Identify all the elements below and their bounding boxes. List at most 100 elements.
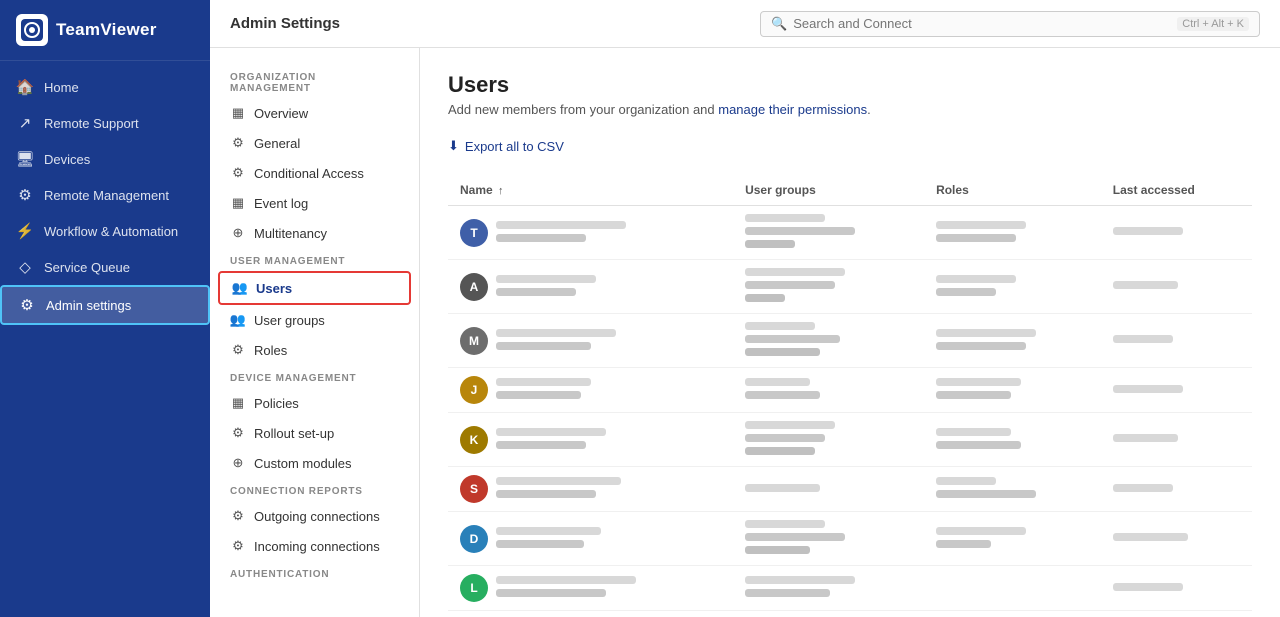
user-name-line2-7 bbox=[496, 589, 606, 597]
sidebar-item-workflow-automation[interactable]: ⚡ Workflow & Automation bbox=[0, 213, 210, 249]
user-groups-cell-3 bbox=[733, 368, 924, 413]
user-row-5: S bbox=[460, 475, 721, 503]
sidebar-label-service-queue: Service Queue bbox=[44, 260, 130, 275]
logo: TeamViewer bbox=[0, 0, 210, 61]
sec-icon-multitenancy: ⊕ bbox=[230, 225, 246, 241]
sidebar-item-admin-settings[interactable]: ⚙ Admin settings bbox=[0, 285, 210, 325]
sec-icon-rollout-setup: ⚙ bbox=[230, 425, 246, 441]
sec-label-outgoing-connections: Outgoing connections bbox=[254, 509, 380, 524]
user-groups-cell-2 bbox=[733, 314, 924, 368]
sec-nav-roles[interactable]: ⚙ Roles bbox=[210, 335, 419, 365]
user-name-cell-2: M bbox=[448, 314, 733, 368]
sidebar-item-home[interactable]: 🏠 Home bbox=[0, 69, 210, 105]
sidebar-item-remote-management[interactable]: ⚙ Remote Management bbox=[0, 177, 210, 213]
user-name-line2-1 bbox=[496, 288, 576, 296]
header-row: Name ↑ User groups Roles Last accessed bbox=[448, 175, 1252, 206]
last-accessed-cell-7 bbox=[1101, 566, 1252, 611]
user-row-7: L bbox=[460, 574, 721, 602]
user-name-line1-7 bbox=[496, 576, 636, 584]
avatar-7: L bbox=[460, 574, 488, 602]
search-bar[interactable]: 🔍 Ctrl + Alt + K bbox=[760, 11, 1260, 37]
search-icon: 🔍 bbox=[771, 16, 787, 32]
sec-nav-outgoing-connections[interactable]: ⚙ Outgoing connections bbox=[210, 501, 419, 531]
roles-cell-8 bbox=[924, 611, 1101, 617]
avatar-4: K bbox=[460, 426, 488, 454]
sec-icon-outgoing-connections: ⚙ bbox=[230, 508, 246, 524]
last-accessed-cell-6 bbox=[1101, 512, 1252, 566]
sec-nav-multitenancy[interactable]: ⊕ Multitenancy bbox=[210, 218, 419, 248]
user-row-4: K bbox=[460, 426, 721, 454]
table-row: K bbox=[448, 413, 1252, 467]
search-input[interactable] bbox=[793, 16, 1171, 31]
user-info-4 bbox=[496, 428, 606, 452]
sidebar-item-service-queue[interactable]: ◇ Service Queue bbox=[0, 249, 210, 285]
sec-section-connection-reports: CONNECTION REPORTS bbox=[210, 478, 419, 501]
sidebar-item-devices[interactable]: 🖥 Devices bbox=[0, 141, 210, 177]
table-header: Name ↑ User groups Roles Last accessed bbox=[448, 175, 1252, 206]
sec-label-policies: Policies bbox=[254, 396, 299, 411]
sec-section-organization-management: ORGANIZATION MANAGEMENT bbox=[210, 64, 419, 98]
last-accessed-cell-0 bbox=[1101, 206, 1252, 260]
table-row: L bbox=[448, 566, 1252, 611]
last-accessed-cell-1 bbox=[1101, 260, 1252, 314]
sec-icon-event-log: ▦ bbox=[230, 195, 246, 211]
user-name-cell-6: D bbox=[448, 512, 733, 566]
user-name-cell-7: L bbox=[448, 566, 733, 611]
sec-label-custom-modules: Custom modules bbox=[254, 456, 352, 471]
sec-nav-incoming-connections[interactable]: ⚙ Incoming connections bbox=[210, 531, 419, 561]
sidebar-nav: 🏠 Home↗ Remote Support🖥 Devices⚙ Remote … bbox=[0, 61, 210, 617]
sec-nav-overview[interactable]: ▦ Overview bbox=[210, 98, 419, 128]
content-split: ORGANIZATION MANAGEMENT▦ Overview⚙ Gener… bbox=[210, 48, 1280, 617]
sec-nav-rollout-setup[interactable]: ⚙ Rollout set-up bbox=[210, 418, 419, 448]
sec-nav-custom-modules[interactable]: ⊕ Custom modules bbox=[210, 448, 419, 478]
sec-section-user-management: USER MANAGEMENT bbox=[210, 248, 419, 271]
user-groups-cell-1 bbox=[733, 260, 924, 314]
page-content: Users Add new members from your organiza… bbox=[420, 48, 1280, 617]
table-row: A bbox=[448, 260, 1252, 314]
sec-section-device-management: DEVICE MANAGEMENT bbox=[210, 365, 419, 388]
table-row: T bbox=[448, 206, 1252, 260]
export-icon: ⬇ bbox=[448, 138, 459, 154]
user-name-line1-4 bbox=[496, 428, 606, 436]
users-table: Name ↑ User groups Roles Last accessed T… bbox=[448, 175, 1252, 617]
col-name[interactable]: Name ↑ bbox=[448, 175, 733, 206]
avatar-0: T bbox=[460, 219, 488, 247]
nav-icon-admin-settings: ⚙ bbox=[18, 296, 36, 314]
secondary-sidebar: ORGANIZATION MANAGEMENT▦ Overview⚙ Gener… bbox=[210, 48, 420, 617]
nav-icon-remote-support: ↗ bbox=[16, 114, 34, 132]
sec-nav-event-log[interactable]: ▦ Event log bbox=[210, 188, 419, 218]
avatar-3: J bbox=[460, 376, 488, 404]
roles-cell-0 bbox=[924, 206, 1101, 260]
user-name-cell-8: P bbox=[448, 611, 733, 617]
sidebar-item-remote-support[interactable]: ↗ Remote Support bbox=[0, 105, 210, 141]
sec-nav-user-groups[interactable]: 👥 User groups bbox=[210, 305, 419, 335]
sidebar: TeamViewer 🏠 Home↗ Remote Support🖥 Devic… bbox=[0, 0, 210, 617]
page-subtitle: Add new members from your organization a… bbox=[448, 102, 1252, 117]
sidebar-label-devices: Devices bbox=[44, 152, 90, 167]
teamviewer-logo-icon bbox=[16, 14, 48, 46]
user-info-6 bbox=[496, 527, 601, 551]
avatar-1: A bbox=[460, 273, 488, 301]
roles-cell-2 bbox=[924, 314, 1101, 368]
page-title: Users bbox=[448, 72, 1252, 98]
sec-icon-policies: ▦ bbox=[230, 395, 246, 411]
roles-cell-5 bbox=[924, 467, 1101, 512]
avatar-5: S bbox=[460, 475, 488, 503]
sec-section-authentication: AUTHENTICATION bbox=[210, 561, 419, 584]
last-accessed-cell-2 bbox=[1101, 314, 1252, 368]
user-name-line1-2 bbox=[496, 329, 616, 337]
user-name-line1-1 bbox=[496, 275, 596, 283]
user-name-line2-2 bbox=[496, 342, 591, 350]
sec-nav-policies[interactable]: ▦ Policies bbox=[210, 388, 419, 418]
user-name-line2-0 bbox=[496, 234, 586, 242]
table-body: T A M J K S D bbox=[448, 206, 1252, 617]
sec-nav-conditional-access[interactable]: ⚙ Conditional Access bbox=[210, 158, 419, 188]
user-info-7 bbox=[496, 576, 636, 600]
subtitle-link[interactable]: manage their permissions bbox=[718, 102, 867, 117]
user-name-line1-3 bbox=[496, 378, 591, 386]
export-csv-button[interactable]: ⬇ Export all to CSV bbox=[448, 133, 564, 159]
avatar-2: M bbox=[460, 327, 488, 355]
user-groups-cell-6 bbox=[733, 512, 924, 566]
sec-nav-users[interactable]: 👥 Users bbox=[218, 271, 411, 305]
sec-nav-general[interactable]: ⚙ General bbox=[210, 128, 419, 158]
